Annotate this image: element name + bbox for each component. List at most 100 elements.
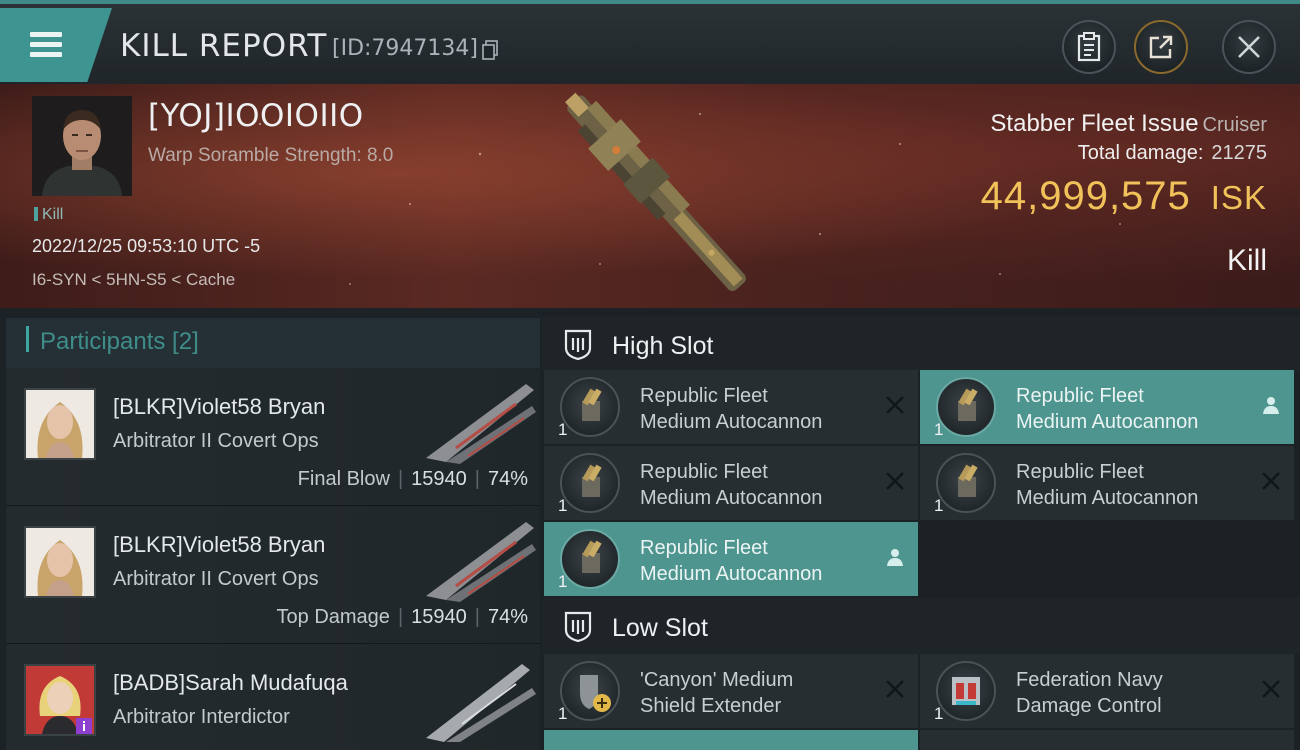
kill-location[interactable]: I6-SYN < 5HN-S5 < Cache (32, 270, 235, 290)
autocannon-icon (936, 453, 996, 513)
pilot-portrait-image (32, 96, 132, 196)
share-icon (1149, 35, 1173, 59)
module-high-2[interactable]: 1 Republic Fleet Medium Autocannon (920, 370, 1294, 444)
participant-stat-label: Top Damage (276, 606, 390, 628)
victim-name[interactable]: [YOJ]IOOIOIIO (148, 98, 364, 134)
warp-scramble-strength: Warp Soramble Strength: 8.0 (148, 145, 394, 166)
destroyed-icon (886, 396, 904, 414)
participant-stat-label: Final Blow (297, 468, 390, 490)
page-title: KILL REPORT (120, 28, 328, 64)
close-icon (1238, 36, 1260, 58)
destroyed-icon (886, 680, 904, 698)
participants-title: Participants [2] (40, 328, 199, 355)
module-name: Republic Fleet Medium Autocannon (1016, 385, 1199, 433)
participant-percent: 74% (487, 468, 528, 490)
module-low-4[interactable] (920, 730, 1294, 750)
low-slot-icon (564, 611, 592, 642)
participant-avatar (24, 526, 96, 598)
participant-name: [BLKR]Violet58 Bryan (113, 532, 326, 557)
participant-stats: Final Blow | 15940 | 74% (297, 468, 528, 490)
participants-panel: Participants [2] [BLKR]Violet58 Bryan Ar… (6, 318, 540, 750)
header-bar: KILL REPORT [ID:7947134] (0, 0, 1300, 84)
module-name: Federation Navy Damage Control (1016, 669, 1163, 717)
participant-damage: 15940 (411, 468, 467, 490)
module-high-1[interactable]: 1 Republic Fleet Medium Autocannon (544, 370, 918, 444)
victim-portrait[interactable] (32, 96, 132, 196)
isk-value: 44,999,575 ISK (981, 174, 1267, 219)
module-name: Republic Fleet Medium Autocannon (640, 461, 823, 509)
share-button[interactable] (1134, 20, 1188, 74)
module-quantity: 1 (934, 496, 944, 515)
participant-percent: 74% (487, 606, 528, 628)
autocannon-icon (560, 453, 620, 513)
destroyed-icon (1262, 472, 1280, 490)
participant-row[interactable]: [BLKR]Violet58 Bryan Arbitrator II Cover… (6, 368, 540, 506)
copy-icon[interactable] (482, 40, 498, 60)
module-quantity: 1 (934, 420, 944, 439)
module-quantity: 1 (558, 572, 568, 591)
participants-header: Participants [2] (6, 318, 540, 368)
participant-avatar (24, 388, 96, 460)
module-name: 'Canyon' Medium Shield Extender (640, 669, 794, 717)
module-quantity: 1 (934, 704, 944, 723)
autocannon-icon (936, 377, 996, 437)
low-slot-header: Low Slot (542, 598, 1300, 654)
low-slot-label: Low Slot (612, 614, 708, 642)
close-button[interactable] (1222, 20, 1276, 74)
dropped-person-icon (887, 549, 903, 566)
victim-ship-name: Stabber Fleet Issue (990, 110, 1199, 137)
module-low-2[interactable]: 1 Federation Navy Damage Control (920, 654, 1294, 728)
destroyed-icon (886, 472, 904, 490)
high-slot-header: High Slot (542, 316, 1300, 372)
module-low-3[interactable] (544, 730, 918, 750)
participant-ship-image (426, 522, 536, 602)
module-name: Republic Fleet Medium Autocannon (640, 537, 823, 585)
module-quantity: 1 (558, 704, 568, 723)
shield-extender-icon (560, 661, 620, 721)
module-low-1[interactable]: 1 'Canyon' Medium Shield Extender (544, 654, 918, 728)
module-name: Republic Fleet Medium Autocannon (1016, 461, 1199, 509)
module-quantity: 1 (558, 496, 568, 515)
module-quantity: 1 (558, 420, 568, 439)
module-high-3[interactable]: 1 Republic Fleet Medium Autocannon (544, 446, 918, 520)
victim-ship-title[interactable]: Stabber Fleet Issue Cruiser (990, 110, 1267, 138)
destroyed-icon (1262, 680, 1280, 698)
kill-id: [ID:7947134] (332, 36, 478, 61)
kill-tag: Kill (34, 206, 63, 224)
participant-damage: 15940 (411, 606, 467, 628)
victim-ship-class: Cruiser (1202, 114, 1267, 136)
participant-name: [BADB]Sarah Mudafuqa (113, 670, 348, 695)
kill-tag-label: Kill (42, 206, 64, 223)
fitting-panel: High Slot 1 Republic Fleet Medium Autocan… (542, 310, 1300, 750)
module-high-5[interactable]: 1 Republic Fleet Medium Autocannon (544, 522, 918, 596)
kill-timestamp: 2022/12/25 09:53:10 UTC -5 (32, 236, 261, 256)
participant-ship: Arbitrator Interdictor (113, 706, 290, 728)
high-slot-icon (564, 329, 592, 360)
module-name: Republic Fleet Medium Autocannon (640, 385, 823, 433)
victim-ship-image (565, 92, 746, 292)
participant-ship: Arbitrator II Covert Ops (113, 568, 319, 590)
report-button[interactable] (1062, 20, 1116, 74)
total-damage-value: 21275 (1211, 142, 1267, 164)
participant-ship: Arbitrator II Covert Ops (113, 430, 319, 452)
dropped-person-icon (1263, 397, 1279, 414)
autocannon-icon (560, 529, 620, 589)
high-slot-label: High Slot (612, 332, 714, 360)
kill-summary-panel: [YOJ]IOOIOIIO Warp Soramble Strength: 8.… (0, 84, 1300, 308)
module-high-4[interactable]: 1 Republic Fleet Medium Autocannon (920, 446, 1294, 520)
menu-button[interactable] (0, 8, 112, 82)
participant-ship-image (426, 384, 536, 464)
participant-stats: Top Damage | 15940 | 74% (276, 606, 528, 628)
isk-unit: ISK (1210, 179, 1267, 216)
total-damage: Total damage: 21275 (1078, 142, 1267, 165)
isk-amount: 44,999,575 (980, 174, 1191, 218)
participant-row[interactable]: [BLKR]Violet58 Bryan Arbitrator II Cover… (6, 506, 540, 644)
participant-name: [BLKR]Violet58 Bryan (113, 394, 326, 419)
participant-row[interactable]: [BADB]Sarah Mudafuqa Arbitrator Interdic… (6, 644, 540, 750)
participant-avatar (24, 664, 96, 736)
damage-control-icon (936, 661, 996, 721)
clipboard-icon (1077, 32, 1101, 62)
participant-ship-image (426, 664, 536, 742)
autocannon-icon (560, 377, 620, 437)
total-damage-label: Total damage: (1077, 142, 1204, 164)
